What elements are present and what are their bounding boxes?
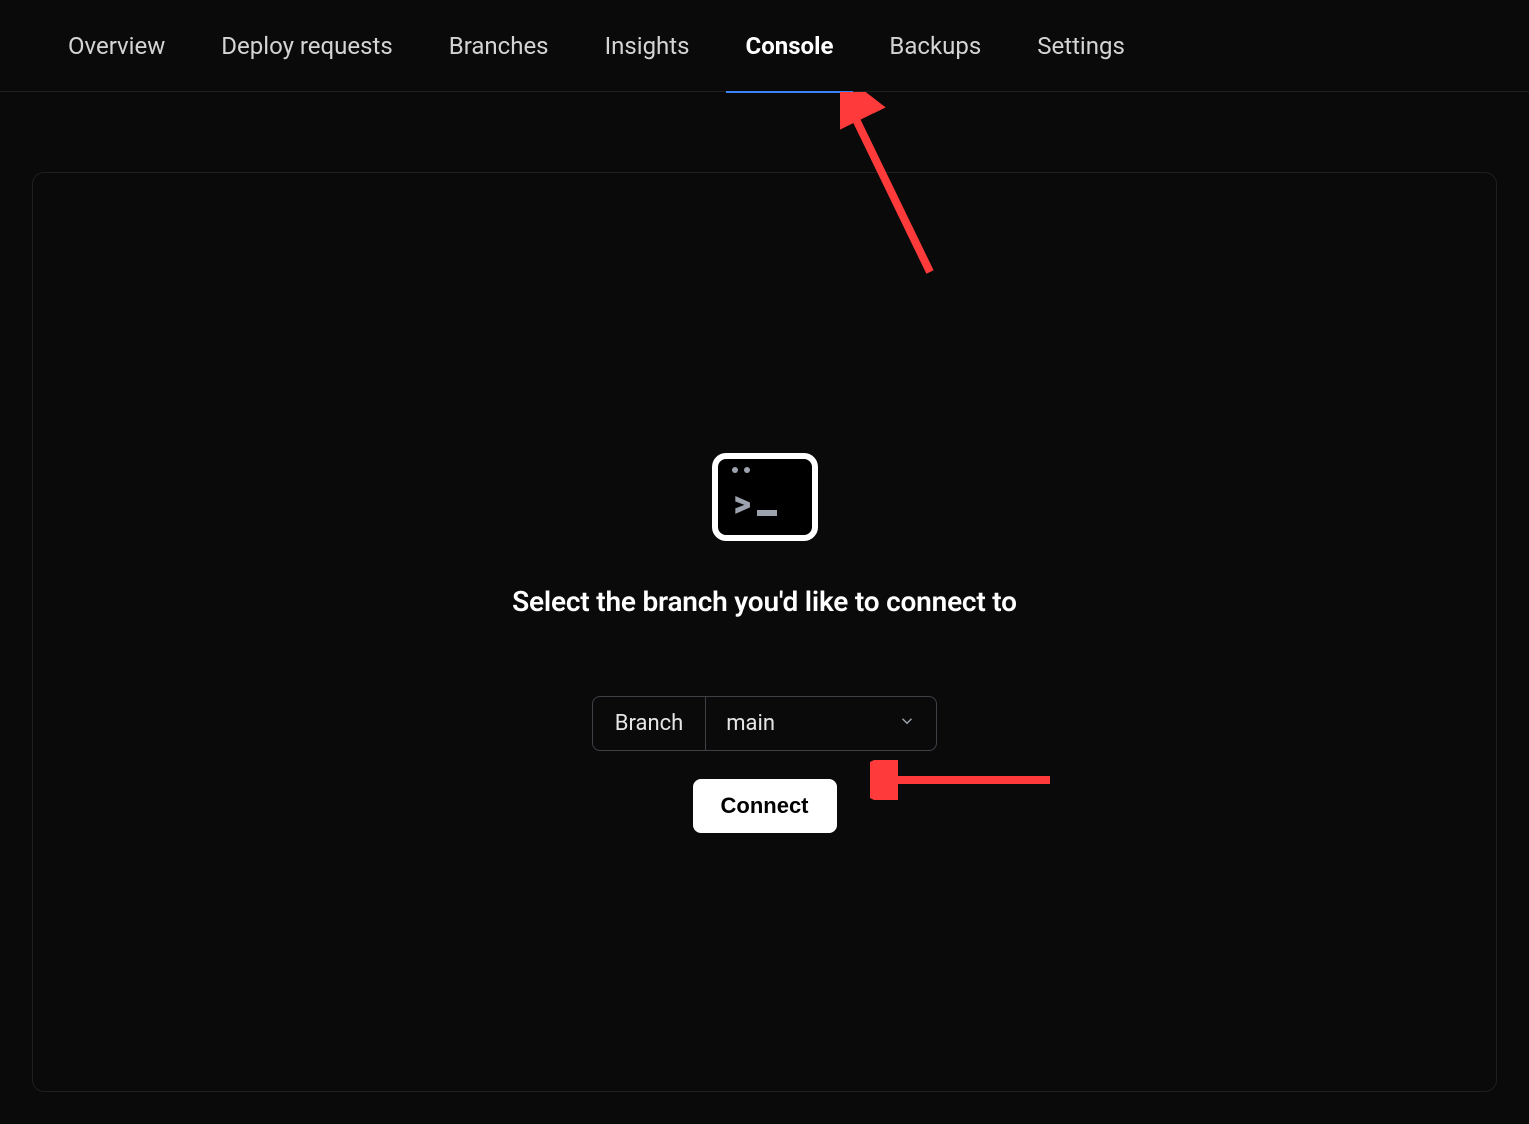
branch-dropdown[interactable]: main — [706, 697, 936, 750]
content-area: > Select the branch you'd like to connec… — [0, 92, 1529, 1124]
terminal-icon: > — [712, 453, 818, 541]
branch-label: Branch — [593, 697, 706, 750]
connect-button[interactable]: Connect — [693, 779, 837, 833]
tab-deploy-requests[interactable]: Deploy requests — [193, 0, 420, 92]
chevron-down-icon — [898, 711, 916, 736]
console-heading: Select the branch you'd like to connect … — [512, 585, 1017, 618]
tab-console[interactable]: Console — [718, 0, 862, 92]
branch-selector: Branch main — [592, 696, 937, 751]
tab-branches[interactable]: Branches — [421, 0, 577, 92]
tab-insights[interactable]: Insights — [577, 0, 718, 92]
console-panel: > Select the branch you'd like to connec… — [32, 172, 1497, 1092]
tab-backups[interactable]: Backups — [861, 0, 1009, 92]
tab-settings[interactable]: Settings — [1009, 0, 1153, 92]
tab-bar: Overview Deploy requests Branches Insigh… — [0, 0, 1529, 92]
branch-selected-value: main — [726, 711, 775, 736]
tab-overview[interactable]: Overview — [40, 0, 193, 92]
